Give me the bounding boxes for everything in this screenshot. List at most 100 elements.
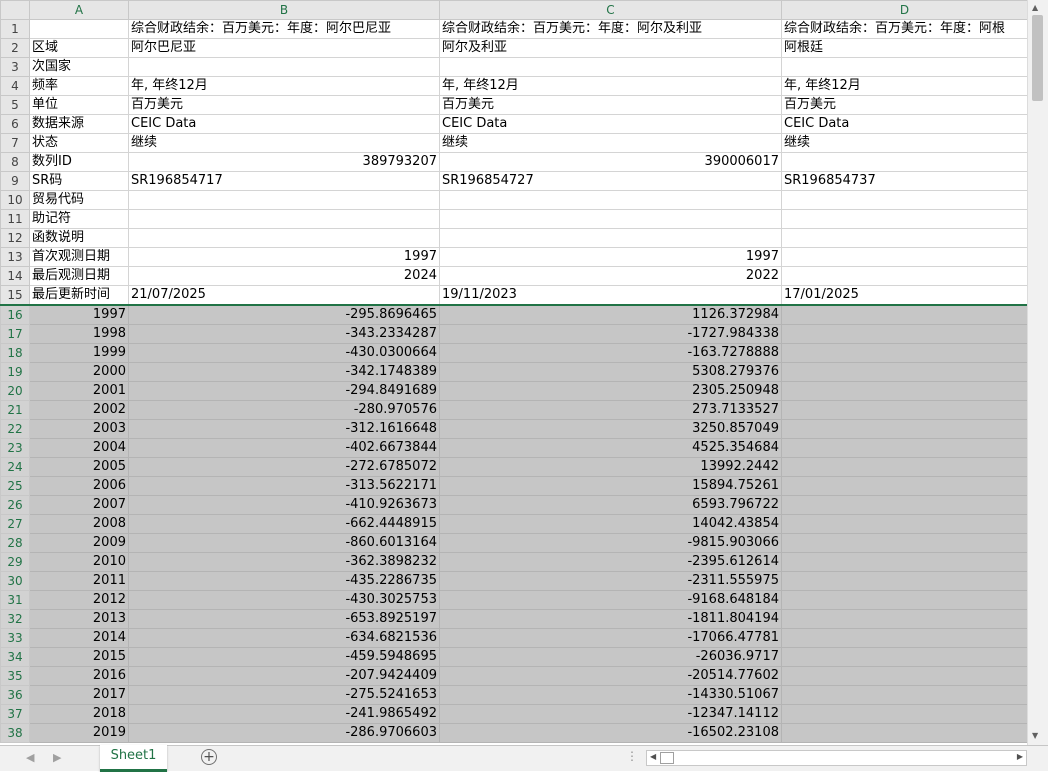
- cell-d[interactable]: 综合财政结余：百万美元：年度：阿根: [781, 19, 1028, 39]
- row-header[interactable]: 36: [0, 685, 30, 705]
- column-header-a[interactable]: A: [29, 0, 129, 20]
- row-header[interactable]: 9: [0, 171, 30, 191]
- cell-a[interactable]: 贸易代码: [29, 190, 129, 210]
- cell-d[interactable]: [781, 209, 1028, 229]
- row-header[interactable]: 10: [0, 190, 30, 210]
- cell-a[interactable]: 1998: [29, 324, 129, 344]
- cell-d[interactable]: [781, 419, 1028, 439]
- scroll-right-icon[interactable]: ▶: [1017, 752, 1023, 761]
- cell-c[interactable]: [439, 209, 782, 229]
- row-header[interactable]: 14: [0, 266, 30, 286]
- cell-b[interactable]: -313.5622171: [128, 476, 440, 496]
- cell-a[interactable]: 2002: [29, 400, 129, 420]
- cell-c[interactable]: -1727.984338: [439, 324, 782, 344]
- cell-c[interactable]: [439, 190, 782, 210]
- cell-c[interactable]: -26036.9717: [439, 647, 782, 667]
- cell-b[interactable]: -430.0300664: [128, 343, 440, 363]
- cell-b[interactable]: [128, 57, 440, 77]
- row-header[interactable]: 8: [0, 152, 30, 172]
- cell-c[interactable]: 百万美元: [439, 95, 782, 115]
- cell-a[interactable]: 2004: [29, 438, 129, 458]
- cell-a[interactable]: 2015: [29, 647, 129, 667]
- cell-d[interactable]: 年, 年终12月: [781, 76, 1028, 96]
- cell-b[interactable]: [128, 190, 440, 210]
- row-header[interactable]: 7: [0, 133, 30, 153]
- cell-a[interactable]: 1999: [29, 343, 129, 363]
- row-header[interactable]: 11: [0, 209, 30, 229]
- cell-a[interactable]: 最后观测日期: [29, 266, 129, 286]
- cell-c[interactable]: 阿尔及利亚: [439, 38, 782, 58]
- cell-d[interactable]: 百万美元: [781, 95, 1028, 115]
- cell-d[interactable]: [781, 704, 1028, 724]
- cell-c[interactable]: 综合财政结余：百万美元：年度：阿尔及利亚: [439, 19, 782, 39]
- cell-c[interactable]: -9168.648184: [439, 590, 782, 610]
- cell-d[interactable]: [781, 304, 1028, 325]
- row-header[interactable]: 6: [0, 114, 30, 134]
- cell-a[interactable]: 首次观测日期: [29, 247, 129, 267]
- cell-b[interactable]: -241.9865492: [128, 704, 440, 724]
- cell-c[interactable]: -16502.23108: [439, 723, 782, 743]
- cell-a[interactable]: 2017: [29, 685, 129, 705]
- cell-b[interactable]: -410.9263673: [128, 495, 440, 515]
- cell-b[interactable]: -342.1748389: [128, 362, 440, 382]
- cell-a[interactable]: 2008: [29, 514, 129, 534]
- cell-d[interactable]: [781, 381, 1028, 401]
- cell-b[interactable]: -295.8696465: [128, 304, 440, 325]
- cell-c[interactable]: 5308.279376: [439, 362, 782, 382]
- cell-a[interactable]: 2012: [29, 590, 129, 610]
- row-header[interactable]: 12: [0, 228, 30, 248]
- cell-d[interactable]: [781, 362, 1028, 382]
- row-header[interactable]: 16: [0, 304, 30, 325]
- cell-b[interactable]: 阿尔巴尼亚: [128, 38, 440, 58]
- cell-c[interactable]: -9815.903066: [439, 533, 782, 553]
- cell-a[interactable]: 数列ID: [29, 152, 129, 172]
- cell-d[interactable]: [781, 57, 1028, 77]
- cell-a[interactable]: 2006: [29, 476, 129, 496]
- cell-a[interactable]: 次国家: [29, 57, 129, 77]
- row-header[interactable]: 28: [0, 533, 30, 553]
- cell-b[interactable]: -312.1616648: [128, 419, 440, 439]
- cell-a[interactable]: 2011: [29, 571, 129, 591]
- cell-d[interactable]: [781, 152, 1028, 172]
- cell-c[interactable]: 2022: [439, 266, 782, 286]
- cell-b[interactable]: -275.5241653: [128, 685, 440, 705]
- row-header[interactable]: 3: [0, 57, 30, 77]
- cell-a[interactable]: [29, 19, 129, 39]
- cell-d[interactable]: [781, 476, 1028, 496]
- row-header[interactable]: 18: [0, 343, 30, 363]
- cell-d[interactable]: 阿根廷: [781, 38, 1028, 58]
- add-sheet-icon[interactable]: +: [201, 749, 217, 765]
- row-header[interactable]: 15: [0, 285, 30, 306]
- cell-a[interactable]: 2009: [29, 533, 129, 553]
- row-header[interactable]: 37: [0, 704, 30, 724]
- row-header[interactable]: 24: [0, 457, 30, 477]
- cell-d[interactable]: [781, 400, 1028, 420]
- scroll-left-icon[interactable]: ◀: [650, 752, 656, 761]
- row-header[interactable]: 29: [0, 552, 30, 572]
- cell-c[interactable]: 年, 年终12月: [439, 76, 782, 96]
- cell-c[interactable]: -2311.555975: [439, 571, 782, 591]
- row-header[interactable]: 34: [0, 647, 30, 667]
- cell-c[interactable]: 6593.796722: [439, 495, 782, 515]
- cell-c[interactable]: 14042.43854: [439, 514, 782, 534]
- cell-a[interactable]: 频率: [29, 76, 129, 96]
- cell-a[interactable]: 函数说明: [29, 228, 129, 248]
- cell-d[interactable]: [781, 495, 1028, 515]
- horizontal-scrollbar[interactable]: ◀ ▶: [646, 750, 1027, 766]
- cell-d[interactable]: CEIC Data: [781, 114, 1028, 134]
- cell-a[interactable]: 区域: [29, 38, 129, 58]
- cell-b[interactable]: 1997: [128, 247, 440, 267]
- row-header[interactable]: 23: [0, 438, 30, 458]
- cell-b[interactable]: -634.6821536: [128, 628, 440, 648]
- cell-d[interactable]: [781, 438, 1028, 458]
- cell-b[interactable]: -653.8925197: [128, 609, 440, 629]
- cell-a[interactable]: SR码: [29, 171, 129, 191]
- cell-b[interactable]: CEIC Data: [128, 114, 440, 134]
- scroll-up-icon[interactable]: ▲: [1032, 3, 1038, 13]
- row-header[interactable]: 22: [0, 419, 30, 439]
- row-header[interactable]: 25: [0, 476, 30, 496]
- cell-d[interactable]: [781, 247, 1028, 267]
- cell-d[interactable]: [781, 457, 1028, 477]
- cell-d[interactable]: [781, 533, 1028, 553]
- cell-b[interactable]: -662.4448915: [128, 514, 440, 534]
